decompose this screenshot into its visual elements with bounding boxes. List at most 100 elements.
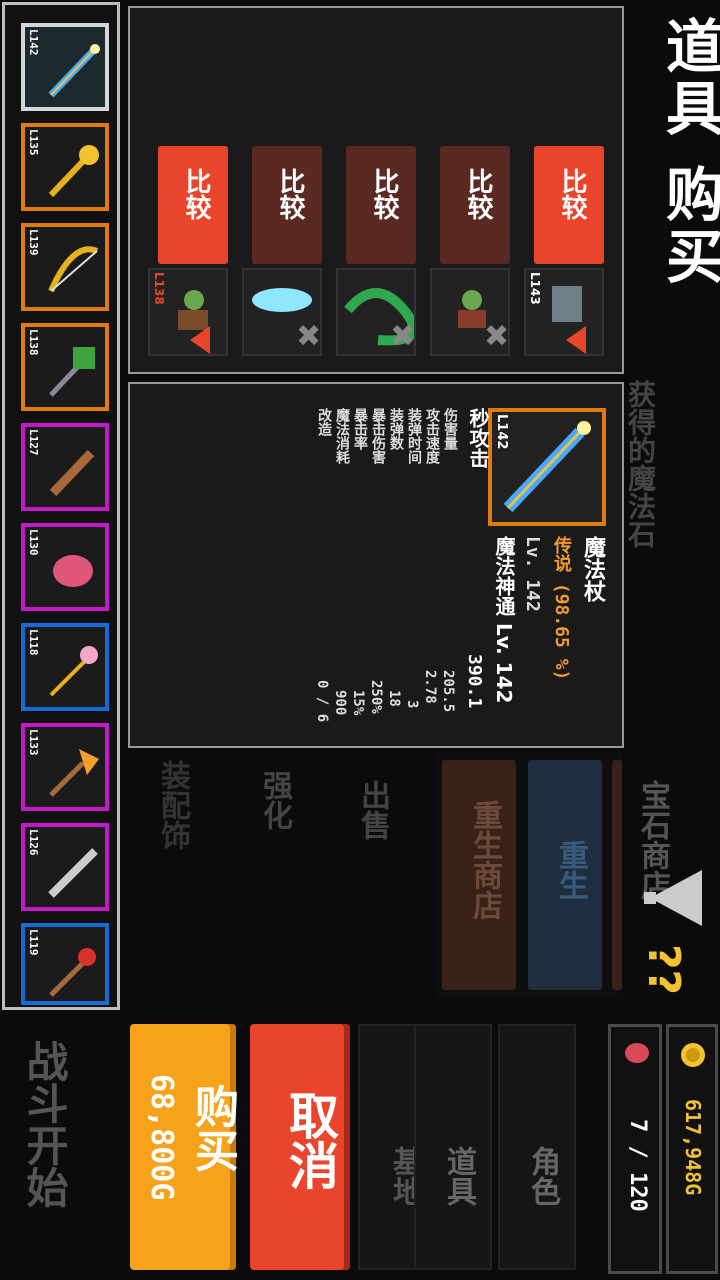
- item-name: 魔法杖: [580, 536, 605, 602]
- stat-value: 900: [332, 690, 348, 716]
- menu-label: 重生商店: [467, 800, 502, 920]
- item-skill: 魔法神通 Lv. 142: [492, 536, 516, 704]
- capacity-text: 7 / 120: [625, 1119, 650, 1212]
- stat-label: 伤害量: [442, 408, 458, 450]
- compare-slot[interactable]: L143: [524, 268, 604, 356]
- golden-bow-icon: [48, 246, 99, 293]
- green-serpent-icon: ✖: [344, 288, 419, 354]
- item-rarity: 传说 (98.65 %): [551, 536, 572, 681]
- compare-button[interactable]: 比较: [440, 146, 510, 264]
- pink-gauntlet-icon: [53, 555, 93, 587]
- magic-staff-icon: [48, 44, 100, 98]
- buy-label: 购买: [187, 1084, 238, 1172]
- sell-label: 出售: [355, 780, 390, 840]
- nav-character[interactable]: 角色: [498, 1024, 576, 1270]
- wooden-club-icon: [49, 449, 95, 497]
- stat-value: 2.78: [422, 670, 438, 704]
- golden-mace-icon: [48, 145, 99, 198]
- detail-item-icon-frame: L142: [488, 408, 606, 526]
- svg-text:✖: ✖: [390, 319, 414, 354]
- red-scepter-icon: [49, 948, 96, 997]
- item-slot[interactable]: L119: [21, 923, 109, 1005]
- stat-label: 装弹数: [388, 408, 404, 450]
- stat-value: 205.5: [440, 670, 456, 713]
- inventory-capacity-box: 7 / 120: [608, 1024, 662, 1274]
- compare-level: L138: [152, 272, 166, 305]
- item-detail-panel: L142 魔法杖 传说 (98.65 %) Lv. 142 魔法神通 Lv. 1…: [128, 382, 624, 748]
- buy-price: 68,800G: [144, 1074, 179, 1201]
- detail-level: L142: [494, 414, 509, 450]
- filter-icon[interactable]: [644, 868, 704, 928]
- faint-notice: 获得的魔法石: [624, 380, 657, 548]
- item-slot[interactable]: L118: [21, 623, 109, 711]
- item-level: L133: [27, 729, 40, 756]
- item-slot[interactable]: L135: [21, 123, 109, 211]
- compare-slot[interactable]: ✖: [430, 268, 510, 356]
- item-level: L119: [27, 929, 40, 956]
- gold-coin-icon: [681, 1043, 705, 1067]
- compare-label: 比较: [463, 168, 493, 220]
- stat-value: 250%: [368, 680, 384, 714]
- rebirth-shop-button[interactable]: 重生商店: [442, 760, 516, 990]
- stat-label: 秒攻击: [466, 408, 490, 468]
- gold-amount: 617,948G: [681, 1099, 705, 1196]
- goblin-archer-icon: ✖: [458, 290, 509, 354]
- help-icon[interactable]: ??: [638, 944, 698, 1008]
- item-level: L118: [27, 629, 40, 656]
- compare-slot[interactable]: ✖: [242, 268, 322, 356]
- menu-label: 重生: [553, 840, 588, 900]
- enhance-label: 强化: [257, 770, 292, 830]
- gem-shop-button[interactable]: [612, 760, 622, 990]
- item-slot[interactable]: L126: [21, 823, 109, 911]
- compare-button[interactable]: 比较: [534, 146, 604, 264]
- compare-panel: 比较 比较 比较 比较 比较 L138 ✖ ✖ ✖ L143: [128, 6, 624, 374]
- item-level: L127: [27, 429, 40, 456]
- item-level: L139: [27, 229, 40, 256]
- stat-value: 15%: [350, 690, 366, 716]
- stat-value: 3: [404, 700, 420, 709]
- page-title: 道具 购买: [656, 16, 720, 289]
- compare-slot[interactable]: ✖: [336, 268, 419, 356]
- pink-wand-icon: [49, 646, 98, 697]
- golden-axe-icon: [49, 749, 99, 797]
- item-slot-selected[interactable]: L142: [21, 23, 109, 111]
- compare-label: 比较: [275, 168, 305, 220]
- item-slot[interactable]: L138: [21, 323, 109, 411]
- stat-label: 暴击伤害: [370, 408, 386, 464]
- item-slot[interactable]: L127: [21, 423, 109, 511]
- shop-menu: 重生商店 重生: [436, 752, 622, 998]
- nav-label: 角色: [525, 1146, 560, 1206]
- stat-label: 魔法消耗: [334, 408, 350, 464]
- compare-slot[interactable]: L138: [148, 268, 228, 356]
- compare-label: 比较: [557, 168, 587, 220]
- compare-label: 比较: [369, 168, 399, 220]
- item-level: L130: [27, 529, 40, 556]
- svg-text:✖: ✖: [296, 319, 320, 354]
- compare-button[interactable]: 比较: [346, 146, 416, 264]
- item-level: L135: [27, 129, 40, 156]
- compare-button[interactable]: 比较: [252, 146, 322, 264]
- buy-button[interactable]: 购买 68,800G: [130, 1024, 238, 1270]
- item-level: L142: [27, 29, 40, 56]
- help-marks: ??: [638, 944, 689, 996]
- stat-value: 390.1: [464, 654, 485, 709]
- compare-label: 比较: [181, 168, 211, 220]
- green-hammer-icon: [49, 347, 95, 397]
- item-lv: Lv. 142: [522, 536, 543, 612]
- stat-value: 0 / 6: [314, 680, 330, 723]
- item-list[interactable]: L142 L135 L139 L138 L127 L130 L118 L133 …: [2, 2, 120, 1010]
- item-slot[interactable]: L139: [21, 223, 109, 311]
- silver-sword-icon: [48, 848, 98, 898]
- stat-label: 改造: [316, 408, 332, 436]
- item-slot[interactable]: L130: [21, 523, 109, 611]
- nav-items[interactable]: 道具: [414, 1024, 492, 1270]
- item-level: L138: [27, 329, 40, 356]
- rebirth-button[interactable]: 重生: [528, 760, 602, 990]
- stat-label: 暴击率: [352, 408, 368, 450]
- cancel-button[interactable]: 取消: [250, 1024, 350, 1270]
- compare-button[interactable]: 比较: [158, 146, 228, 264]
- svg-text:✖: ✖: [484, 319, 508, 354]
- item-level: L126: [27, 829, 40, 856]
- stat-label: 装弹时间: [406, 408, 422, 464]
- item-slot[interactable]: L133: [21, 723, 109, 811]
